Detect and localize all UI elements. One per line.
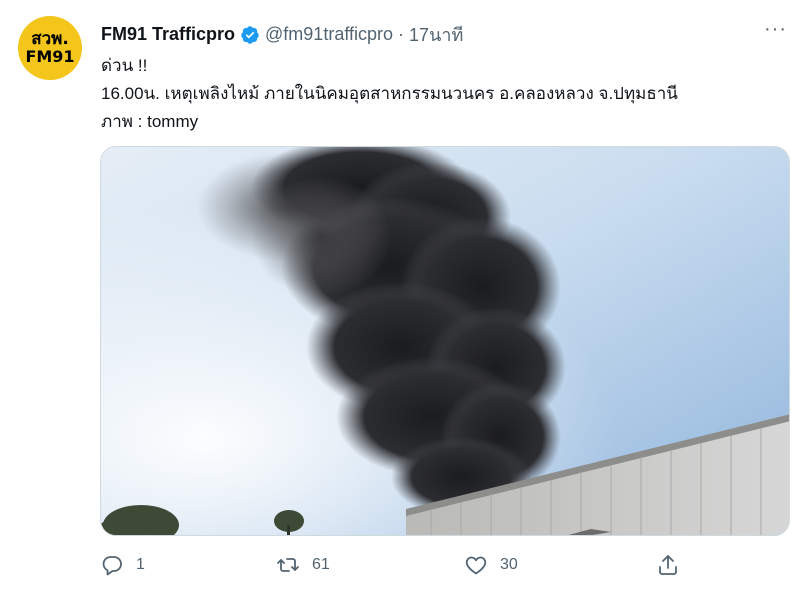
reply-button[interactable]: 1 <box>100 553 145 577</box>
avatar-text-line2: FM91 <box>25 46 75 66</box>
reply-count: 1 <box>136 556 145 573</box>
more-options-icon[interactable]: ··· <box>764 18 787 41</box>
author-handle[interactable]: @fm91trafficpro <box>265 24 393 45</box>
retweet-count: 61 <box>312 556 330 573</box>
tweet-text-line: 16.00น. เหตุเพลิงไหม้ ภายในนิคมอุตสาหกรร… <box>101 84 678 103</box>
smoke-photo-illustration <box>101 147 789 535</box>
avatar[interactable]: สวพ. FM91 <box>18 16 82 80</box>
avatar-text-line1: สวพ. <box>31 28 69 49</box>
reply-icon <box>102 556 122 576</box>
share-button[interactable] <box>656 553 680 577</box>
like-button[interactable]: 30 <box>464 553 518 577</box>
tweet-text-line: ด่วน !! <box>101 56 148 75</box>
verified-badge-icon <box>240 25 260 45</box>
heart-icon <box>465 556 487 575</box>
tweet-timestamp[interactable]: 17นาที <box>409 20 463 49</box>
separator-dot: · <box>398 24 405 44</box>
like-count: 30 <box>500 556 518 573</box>
author-name[interactable]: FM91 Trafficpro <box>101 24 235 45</box>
tweet-text-line: ภาพ : tommy <box>101 112 199 131</box>
tweet-media-photo[interactable] <box>100 146 790 536</box>
tweet-actions: 1 61 30 <box>100 553 700 583</box>
tweet-text: ด่วน !! 16.00น. เหตุเพลิงไหม้ ภายในนิคมอ… <box>101 52 678 136</box>
retweet-button[interactable]: 61 <box>276 553 330 577</box>
retweet-icon <box>277 558 299 572</box>
tweet-header: FM91 Trafficpro @fm91trafficpro · 17นาที <box>101 20 463 49</box>
share-icon <box>659 555 677 575</box>
